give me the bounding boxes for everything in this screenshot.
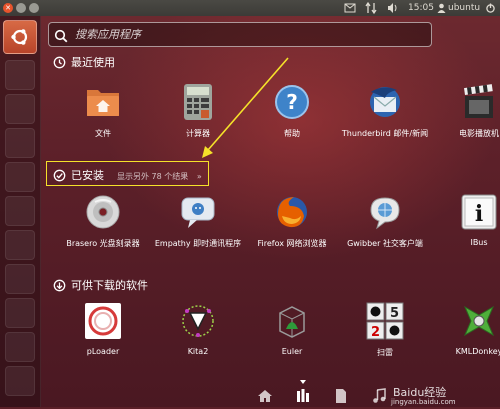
svg-text:2: 2: [371, 325, 380, 340]
launcher: [0, 16, 41, 407]
section-title: 可供下载的软件: [71, 279, 148, 292]
empathy-icon: [178, 192, 218, 232]
folder-icon: [83, 82, 123, 122]
gwibber-icon: [365, 192, 405, 232]
svg-text:5: 5: [390, 306, 399, 321]
applications-lens-icon[interactable]: [294, 387, 312, 405]
app-label: 文件: [95, 129, 111, 138]
window-maximize-button[interactable]: [29, 3, 39, 13]
launcher-item-workspaces[interactable]: [5, 332, 35, 362]
baidu-watermark-url: jingyan.baidu.com: [391, 398, 456, 406]
firefox-icon: [272, 192, 312, 232]
launcher-item-settings[interactable]: [5, 298, 35, 328]
movie-player-icon: [459, 82, 499, 122]
app-label: Gwibber 社交客户端: [347, 239, 423, 248]
app-empathy[interactable]: Empathy 即时通讯程序: [148, 192, 248, 268]
calculator-icon: [178, 82, 218, 122]
minesweeper-icon: 5 2: [365, 301, 405, 341]
music-lens-icon[interactable]: [370, 387, 388, 405]
app-label: 计算器: [186, 129, 210, 138]
app-label: Thunderbird 邮件/新闻: [341, 129, 429, 138]
launcher-item-software-center[interactable]: [5, 230, 35, 260]
window-close-button[interactable]: ✕: [3, 3, 13, 13]
window-minimize-button[interactable]: [16, 3, 26, 13]
launcher-item-ubuntu-one[interactable]: [5, 264, 35, 294]
launcher-item-browser[interactable]: [5, 94, 35, 124]
app-label: KMLDonkey: [455, 347, 500, 356]
more-results-arrow: »: [196, 172, 202, 181]
search-input[interactable]: [48, 22, 432, 47]
kmldonkey-icon: [459, 301, 499, 341]
app-label: Kita2: [187, 347, 209, 356]
launcher-item-calc[interactable]: [5, 162, 35, 192]
brasero-icon: [83, 192, 123, 232]
app-kita2[interactable]: Kita2: [148, 301, 248, 377]
ibus-icon: i: [459, 192, 499, 232]
home-lens-icon[interactable]: [256, 387, 274, 405]
app-help[interactable]: ? 帮助: [242, 82, 342, 158]
clock[interactable]: 15:05: [408, 0, 434, 16]
section-title: 已安装: [71, 169, 104, 182]
svg-text:i: i: [475, 201, 483, 227]
launcher-item-impress[interactable]: [5, 196, 35, 226]
app-label: Brasero 光盘刻录器: [66, 239, 140, 248]
search-icon: [54, 28, 68, 47]
launcher-item-trash[interactable]: [5, 366, 35, 396]
app-label: Empathy 即时通讯程序: [154, 239, 242, 248]
help-icon: ?: [272, 82, 312, 122]
network-icon[interactable]: [365, 0, 377, 16]
ploader-icon: [83, 301, 123, 341]
app-thunderbird[interactable]: Thunderbird 邮件/新闻: [335, 82, 435, 158]
volume-icon[interactable]: [387, 0, 399, 16]
mail-icon[interactable]: [344, 0, 356, 16]
app-label: 电影播放机: [459, 129, 499, 138]
svg-text:?: ?: [286, 90, 298, 114]
app-calculator[interactable]: 计算器: [148, 82, 248, 158]
app-label: Firefox 网络浏览器: [257, 239, 327, 248]
files-lens-icon[interactable]: [332, 387, 350, 405]
launcher-item-writer[interactable]: [5, 128, 35, 158]
user-icon: [437, 0, 446, 22]
app-minesweeper[interactable]: 5 2 扫雷: [335, 301, 435, 377]
launcher-item-files[interactable]: [5, 60, 35, 90]
app-brasero[interactable]: Brasero 光盘刻录器: [53, 192, 153, 268]
app-firefox[interactable]: Firefox 网络浏览器: [242, 192, 342, 268]
app-movie-player[interactable]: 电影播放机: [429, 82, 500, 158]
ubuntu-logo-icon: [11, 29, 28, 45]
app-label: pLoader: [86, 347, 120, 356]
thunderbird-icon: [365, 82, 405, 122]
download-icon: [53, 279, 66, 297]
more-results-text: 显示另外 78 个结果: [117, 172, 189, 181]
app-files[interactable]: 文件: [53, 82, 153, 158]
app-ibus[interactable]: i IBus: [429, 192, 500, 268]
section-title: 最近使用: [71, 56, 115, 69]
app-gwibber[interactable]: Gwibber 社交客户端: [335, 192, 435, 268]
power-icon[interactable]: [485, 0, 496, 22]
dash-home-button[interactable]: [3, 20, 37, 54]
user-name[interactable]: ubuntu: [448, 0, 480, 16]
check-circle-icon: [53, 169, 66, 187]
app-label: 扫雷: [377, 348, 393, 357]
app-kmldonkey[interactable]: KMLDonkey: [429, 301, 500, 377]
app-label: Euler: [281, 347, 303, 356]
app-label: 帮助: [284, 129, 300, 138]
app-ploader[interactable]: pLoader: [53, 301, 153, 377]
euler-icon: [272, 301, 312, 341]
app-label: IBus: [470, 238, 488, 247]
show-more-results-link[interactable]: 显示另外 78 个结果 »: [117, 169, 202, 185]
top-panel: ✕ 15:05 ubuntu: [0, 0, 500, 16]
kita2-icon: [178, 301, 218, 341]
app-euler[interactable]: Euler: [242, 301, 342, 377]
clock-icon: [53, 56, 66, 74]
